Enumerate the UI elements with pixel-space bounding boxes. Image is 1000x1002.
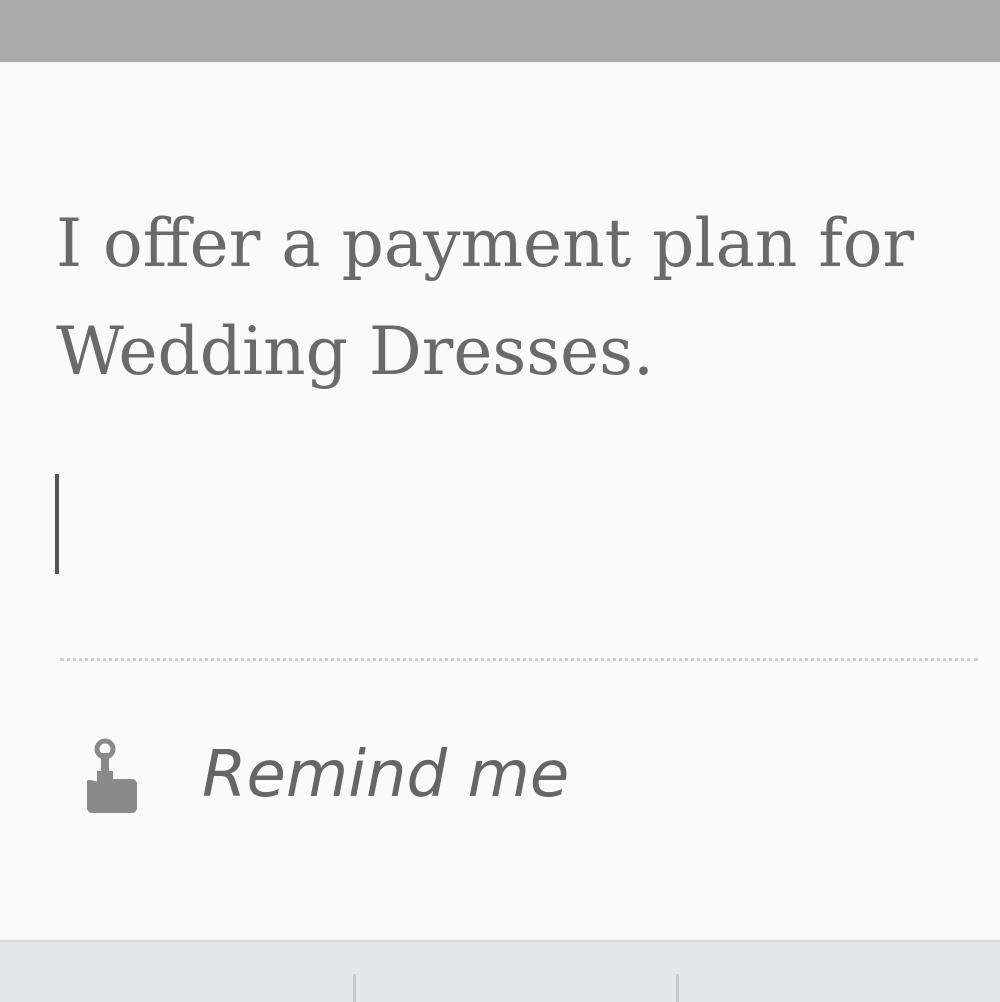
- suggestion-divider: [676, 974, 679, 1002]
- remind-me-label: Remind me: [202, 738, 570, 812]
- text-cursor: [55, 474, 59, 574]
- keyboard-suggestion-strip: [0, 940, 1000, 1002]
- dotted-divider: [60, 658, 978, 661]
- finger-string-icon: [70, 730, 150, 820]
- suggestion-divider: [353, 974, 356, 1002]
- note-text[interactable]: I offer a payment plan for Wedding Dress…: [56, 190, 986, 406]
- status-bar: [0, 0, 1000, 62]
- remind-me-button[interactable]: Remind me: [70, 720, 670, 830]
